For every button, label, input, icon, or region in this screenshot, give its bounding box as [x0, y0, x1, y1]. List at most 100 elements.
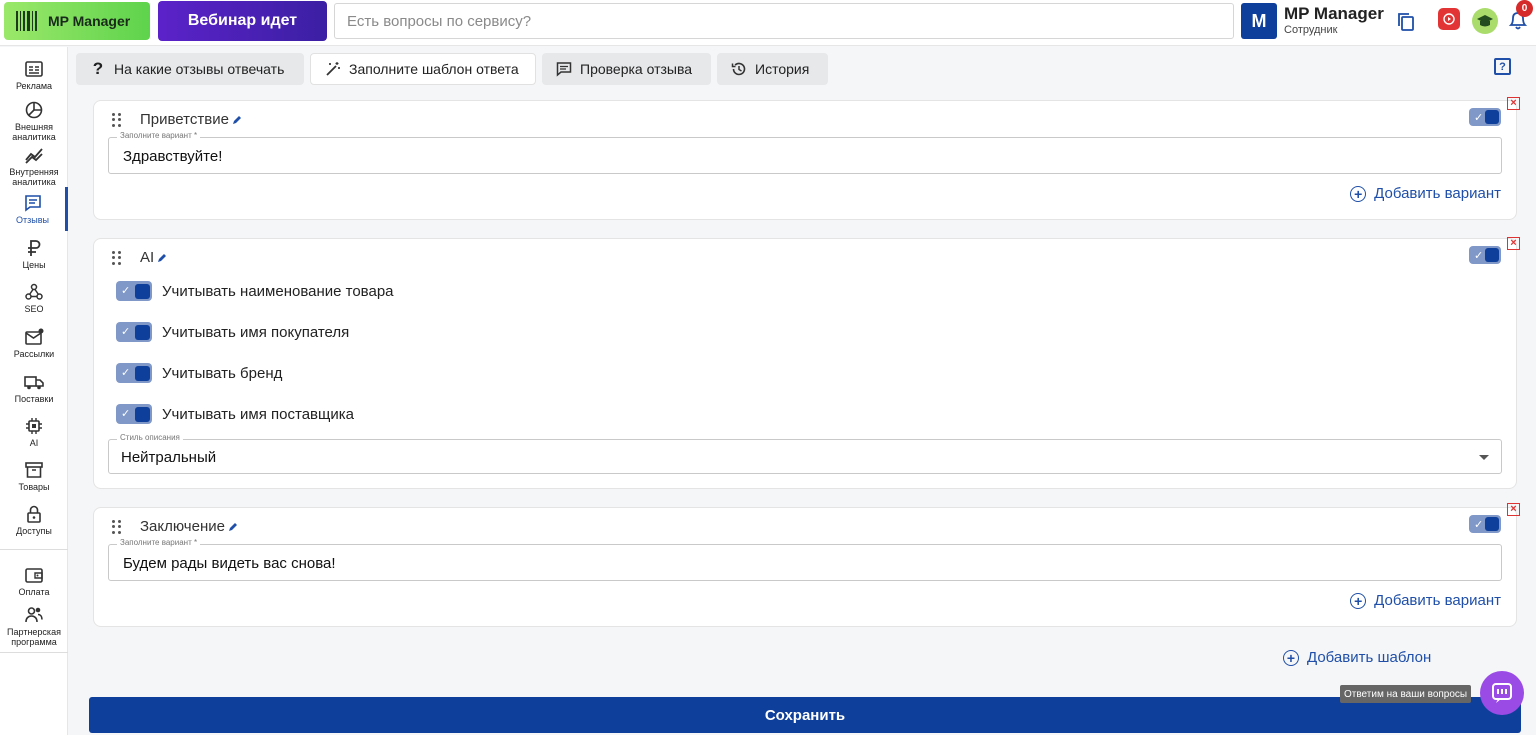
wallet-icon: [25, 568, 43, 583]
account-name[interactable]: MP Manager: [1284, 4, 1384, 24]
style-select[interactable]: Стиль описания Нейтральный: [108, 433, 1502, 474]
delete-icon[interactable]: ×: [1507, 237, 1520, 250]
tab-label: Проверка отзыва: [580, 61, 693, 77]
tab-review-check[interactable]: Проверка отзыва: [542, 53, 711, 85]
sidebar-item-partner[interactable]: Партнерская программа: [0, 605, 68, 647]
option-product-name[interactable]: ✓ Учитывать наименование товара: [116, 281, 394, 301]
sidebar-item-shipments[interactable]: Поставки: [0, 372, 68, 404]
sidebar-item-internal-analytics[interactable]: Внутренняя аналитика: [0, 145, 68, 187]
tab-label: Заполните шаблон ответа: [349, 61, 519, 77]
graduation-cap-icon[interactable]: [1472, 8, 1498, 34]
question-icon: ?: [92, 59, 104, 78]
template-toggle[interactable]: ✓: [1469, 515, 1501, 533]
sidebar-item-label: Отзывы: [16, 215, 49, 225]
search-field[interactable]: [334, 3, 1234, 39]
sidebar-item-external-analytics[interactable]: Внешняя аналитика: [0, 100, 68, 142]
card-title-text: AI: [140, 249, 155, 266]
option-label: Учитывать имя покупателя: [162, 323, 350, 341]
sidebar-item-seo[interactable]: SEO: [0, 282, 68, 314]
webinar-button[interactable]: Вебинар идет: [158, 1, 327, 41]
add-variant-button[interactable]: + Добавить вариант: [1350, 592, 1501, 609]
template-toggle[interactable]: ✓: [1469, 246, 1501, 264]
option-brand[interactable]: ✓ Учитывать бренд: [116, 363, 282, 383]
search-input[interactable]: [335, 4, 1233, 38]
tab-which-reviews[interactable]: ? На какие отзывы отвечать: [76, 53, 304, 85]
sidebar-item-label: Внутренняя аналитика: [9, 167, 59, 187]
sidebar-item-reviews[interactable]: Отзывы: [0, 187, 68, 231]
sidebar: Реклама Внешняя аналитика Внутренняя ана…: [0, 47, 68, 735]
template-toggle[interactable]: ✓: [1469, 108, 1501, 126]
card-title: Заключение: [140, 518, 239, 535]
network-icon: [25, 283, 43, 300]
sidebar-item-label: SEO: [24, 304, 44, 314]
add-template-label: Добавить шаблон: [1307, 649, 1432, 666]
tab-label: История: [755, 61, 810, 77]
account-role: Сотрудник: [1284, 24, 1338, 36]
pencil-icon[interactable]: [231, 114, 243, 126]
drag-handle-icon[interactable]: [112, 251, 122, 265]
sidebar-item-label: Товары: [18, 482, 50, 492]
tab-fill-template[interactable]: Заполните шаблон ответа: [310, 53, 536, 85]
sidebar-item-products[interactable]: Товары: [0, 460, 68, 492]
delete-icon[interactable]: ×: [1507, 503, 1520, 516]
chat-icon: [1492, 683, 1512, 703]
sidebar-item-ads[interactable]: Реклама: [0, 59, 68, 91]
card-title: Приветствие: [140, 111, 243, 128]
chat-button[interactable]: [1480, 671, 1524, 715]
plus-circle-icon: +: [1350, 592, 1367, 609]
drag-handle-icon[interactable]: [112, 520, 122, 534]
save-button[interactable]: Сохранить: [89, 697, 1521, 733]
avatar[interactable]: M: [1241, 3, 1277, 39]
ruble-icon: [28, 240, 41, 256]
sidebar-item-label: AI: [29, 438, 39, 448]
pencil-icon[interactable]: [156, 252, 168, 264]
lock-icon: [27, 505, 41, 523]
pencil-icon[interactable]: [227, 521, 239, 533]
template-card-closing: Заключение ✓ × Заполните вариант * Будем…: [93, 503, 1520, 627]
sidebar-item-prices[interactable]: Цены: [0, 238, 68, 270]
help-icon[interactable]: ?: [1494, 58, 1511, 75]
add-variant-button[interactable]: + Добавить вариант: [1350, 185, 1501, 202]
delete-icon[interactable]: ×: [1507, 97, 1520, 110]
option-supplier-name[interactable]: ✓ Учитывать имя поставщика: [116, 404, 354, 424]
sidebar-item-label: Партнерская программа: [7, 627, 61, 647]
sidebar-item-ai[interactable]: AI: [0, 416, 68, 448]
sidebar-item-mailing[interactable]: Рассылки: [0, 327, 68, 359]
sidebar-item-payment[interactable]: Оплата: [0, 565, 68, 597]
tab-history[interactable]: История: [717, 53, 828, 85]
field-value: Будем рады видеть вас снова!: [123, 555, 336, 572]
people-icon: [25, 607, 43, 623]
option-toggle[interactable]: ✓: [116, 322, 152, 342]
option-toggle[interactable]: ✓: [116, 404, 152, 424]
comment-icon: [556, 62, 572, 77]
variant-input[interactable]: Заполните вариант * Будем рады видеть ва…: [108, 538, 1502, 581]
add-variant-label: Добавить вариант: [1374, 185, 1501, 202]
copy-icon[interactable]: [1397, 12, 1415, 32]
video-icon[interactable]: [1438, 8, 1460, 30]
plus-circle-icon: +: [1350, 185, 1367, 202]
sidebar-item-label: Рассылки: [13, 349, 55, 359]
sidebar-item-label: Реклама: [15, 81, 53, 91]
sidebar-divider: [0, 652, 68, 653]
chip-icon: [26, 418, 42, 434]
field-value: Здравствуйте!: [123, 148, 223, 165]
option-buyer-name[interactable]: ✓ Учитывать имя покупателя: [116, 322, 349, 342]
chat-tooltip: Ответим на ваши вопросы: [1340, 685, 1472, 703]
field-label: Заполните вариант *: [117, 131, 201, 140]
add-template-button[interactable]: + Добавить шаблон: [1283, 649, 1431, 666]
variant-input[interactable]: Заполните вариант * Здравствуйте!: [108, 131, 1502, 174]
logo-button[interactable]: MP Manager: [4, 2, 150, 40]
sidebar-item-access[interactable]: Доступы: [0, 504, 68, 536]
drag-handle-icon[interactable]: [112, 113, 122, 127]
card-title-text: Заключение: [140, 518, 225, 535]
option-toggle[interactable]: ✓: [116, 363, 152, 383]
option-toggle[interactable]: ✓: [116, 281, 152, 301]
archive-icon: [25, 462, 43, 478]
barcode-icon: [16, 11, 40, 31]
ad-icon: [25, 61, 43, 77]
template-card-greeting: Приветствие ✓ × Заполните вариант * Здра…: [93, 97, 1520, 220]
sidebar-item-label: Доступы: [16, 526, 52, 536]
notification-badge: 0: [1516, 0, 1533, 17]
sidebar-item-label: Цены: [22, 260, 46, 270]
sidebar-item-label: Внешняя аналитика: [12, 122, 56, 142]
